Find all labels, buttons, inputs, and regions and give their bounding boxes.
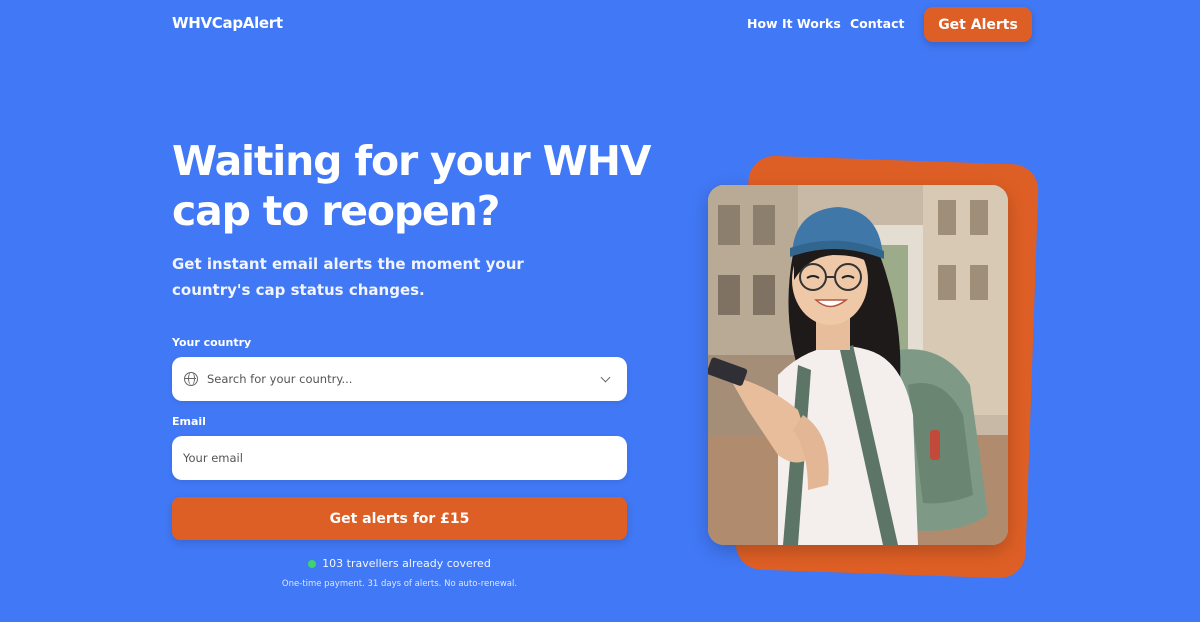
logo[interactable]: WHVCapAlert — [172, 14, 283, 32]
landing-page: WHVCapAlert How It Works Contact Get Ale… — [0, 0, 1200, 622]
email-field-wrapper — [172, 436, 627, 480]
email-field[interactable] — [183, 451, 603, 465]
social-proof: 103 travellers already covered — [172, 557, 627, 570]
submit-button[interactable]: Get alerts for £15 — [172, 497, 627, 540]
traveller-illustration — [708, 185, 1008, 545]
fine-print: One-time payment. 31 days of alerts. No … — [281, 579, 518, 589]
get-alerts-button[interactable]: Get Alerts — [924, 7, 1032, 42]
hero-subtitle: Get instant email alerts the moment your… — [172, 255, 524, 299]
nav-how-it-works[interactable]: How It Works — [747, 16, 841, 31]
email-label: Email — [172, 415, 206, 428]
hero-title: Waiting for your WHV cap to reopen? — [172, 137, 651, 235]
traveller-photo — [708, 185, 1008, 545]
nav-contact[interactable]: Contact — [850, 16, 904, 31]
chevron-down-icon[interactable] — [600, 372, 611, 382]
social-proof-text: 103 travellers already covered — [322, 557, 491, 570]
country-placeholder: Search for your country... — [207, 372, 353, 386]
status-dot-icon — [308, 559, 317, 568]
country-select[interactable]: Search for your country... — [172, 357, 627, 401]
country-label: Your country — [172, 336, 252, 349]
globe-icon — [184, 372, 198, 386]
